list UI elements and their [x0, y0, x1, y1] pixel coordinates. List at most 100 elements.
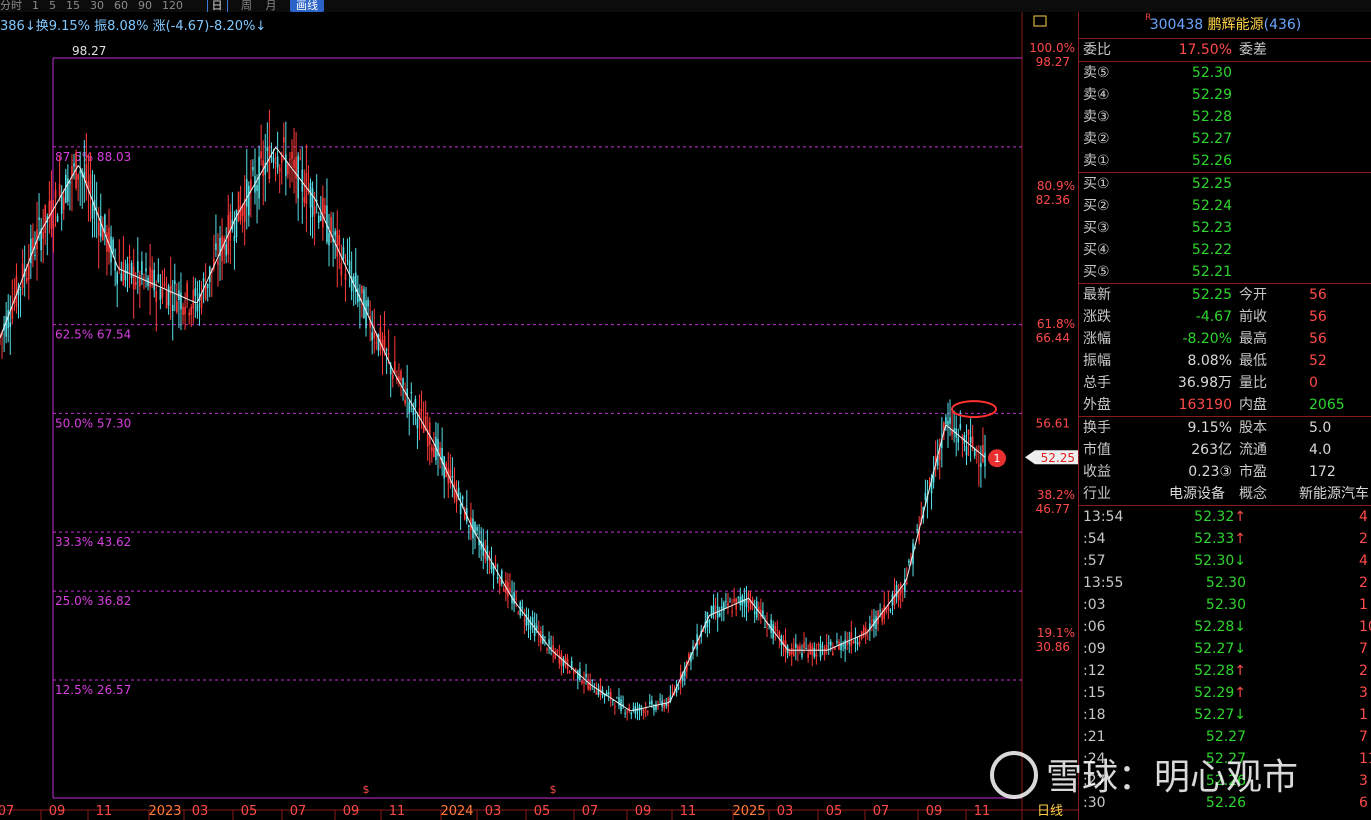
kline-chart[interactable]: 98.27 87.5% 88.03 62.5% 67.54 50.0% 57.30 33… — [0, 12, 1078, 820]
candle-body — [809, 643, 812, 654]
candle-body — [155, 290, 158, 303]
candle-body — [120, 273, 123, 281]
candle-body — [875, 616, 877, 629]
candle-body — [104, 214, 106, 233]
candle-body — [959, 424, 962, 429]
candle-body — [344, 273, 347, 280]
tick-row: :57 52.30↓ 4 — [1079, 550, 1371, 572]
ask-label: 卖① — [1083, 153, 1110, 169]
kline-chart-area[interactable]: 98.27 87.5% 88.03 62.5% 67.54 50.0% 57.30 33… — [0, 12, 1080, 820]
fund-value2: 5.0 — [1309, 420, 1332, 436]
candle-body — [844, 639, 846, 650]
fund-label: 换手 — [1083, 420, 1111, 436]
candle-body — [698, 642, 700, 644]
period-item-4[interactable]: 30 — [90, 0, 104, 12]
x-axis-label: 2023 — [148, 804, 181, 819]
candle-body — [848, 642, 851, 645]
period-item-7[interactable]: 120 — [162, 0, 183, 12]
candle-body — [803, 642, 805, 649]
candle-body — [949, 417, 951, 424]
bid-list: 买① 52.25 买② 52.24 买③ 52.23 买④ 52.22 买⑤ 52.21 — [1079, 172, 1371, 283]
candle-body — [188, 312, 190, 316]
industry-value[interactable]: 电源设备 — [1169, 483, 1225, 505]
candle-body — [774, 625, 777, 631]
bid-row[interactable]: 买⑤ 52.21 — [1079, 261, 1371, 283]
ask-row[interactable]: 卖④ 52.29 — [1079, 84, 1371, 106]
tick-row: :15 52.29↑ 3 — [1079, 682, 1371, 704]
candle-body — [813, 647, 816, 657]
candle-body — [324, 205, 326, 214]
candle-body — [122, 262, 125, 286]
period-item-0[interactable]: 分时 — [0, 0, 22, 12]
bid-label: 买② — [1083, 198, 1110, 214]
candle-body — [319, 215, 322, 222]
fund-label: 收益 — [1083, 464, 1111, 480]
quote-label: 外盘 — [1083, 397, 1111, 413]
candle-body — [649, 701, 651, 705]
quote-value: -8.20% — [1182, 331, 1232, 347]
candle-body — [548, 639, 550, 645]
ask-row[interactable]: 卖② 52.27 — [1079, 128, 1371, 150]
period-week[interactable]: 周 — [241, 0, 252, 12]
candle-body — [574, 669, 577, 671]
concept-value[interactable]: 新能源汽车 — [1299, 483, 1369, 505]
ask-price: 52.26 — [1191, 153, 1232, 169]
period-item-1[interactable]: 1 — [32, 0, 39, 12]
candle-body — [266, 146, 269, 151]
candle-body — [587, 682, 589, 689]
bid-row[interactable]: 买④ 52.22 — [1079, 239, 1371, 261]
axis-pct-label: 19.1% — [1037, 626, 1075, 640]
event-marker-label: 1 — [994, 452, 1001, 465]
candle-body — [856, 642, 859, 645]
quote-row: 振幅 8.08% 最低 52 — [1079, 350, 1371, 372]
stock-header[interactable]: R 300438 鹏辉能源(436) — [1079, 12, 1371, 38]
x-axis-label: 09 — [635, 804, 652, 819]
x-axis-label: 07 — [873, 804, 890, 819]
candle-body — [733, 599, 735, 602]
period-item-3[interactable]: 15 — [66, 0, 80, 12]
candle-body — [112, 239, 114, 253]
x-axis-label: 07 — [582, 804, 599, 819]
bid-row[interactable]: 买① 52.25 — [1079, 173, 1371, 195]
tick-volume: 6 — [1359, 795, 1368, 811]
quote-label2: 量比 — [1239, 375, 1267, 391]
axis-price-label: 56.61 — [1036, 416, 1070, 430]
ask-row[interactable]: 卖① 52.26 — [1079, 150, 1371, 172]
period-item-2[interactable]: 5 — [49, 0, 56, 12]
candle-body — [577, 670, 579, 680]
tick-row: :03 52.30 1 — [1079, 594, 1371, 616]
ask-row[interactable]: 卖⑤ 52.30 — [1079, 62, 1371, 84]
candle-body — [44, 204, 47, 234]
ask-row[interactable]: 卖③ 52.28 — [1079, 106, 1371, 128]
bid-row[interactable]: 买② 52.24 — [1079, 195, 1371, 217]
x-axis-label: 05 — [534, 804, 551, 819]
tick-volume: 2 — [1359, 531, 1368, 547]
candle-body — [737, 596, 740, 598]
period-month[interactable]: 月 — [266, 0, 277, 12]
tick-price: 52.28↓ — [1194, 619, 1246, 635]
bid-price: 52.22 — [1191, 242, 1232, 258]
candle-body — [971, 436, 974, 448]
candle-body — [431, 447, 433, 452]
period-item-6[interactable]: 90 — [138, 0, 152, 12]
candle-body — [642, 709, 645, 714]
candle-body — [552, 644, 554, 651]
draw-line-button[interactable]: 画线 — [290, 0, 324, 12]
period-toolbar: 分时 1 5 15 30 60 90 120 日 周 月 画线 — [0, 0, 1371, 12]
period-selected[interactable]: 日 — [206, 0, 228, 12]
period-item-5[interactable]: 60 — [114, 0, 128, 12]
layout-toggle-icon[interactable] — [1033, 15, 1047, 27]
bid-row[interactable]: 买③ 52.23 — [1079, 217, 1371, 239]
candle-body — [581, 681, 583, 684]
x-axis-label: 11 — [974, 804, 991, 819]
tick-price: 52.27↓ — [1194, 707, 1246, 723]
quote-value2: 2065 — [1309, 397, 1345, 413]
candle-body — [710, 606, 713, 618]
candle-body — [260, 151, 262, 159]
candle-body — [827, 642, 830, 644]
candle-body — [729, 601, 731, 603]
candle-body — [790, 647, 793, 655]
quote-label2: 前收 — [1239, 309, 1267, 325]
candle-body — [945, 416, 947, 424]
candle-body — [38, 217, 40, 221]
